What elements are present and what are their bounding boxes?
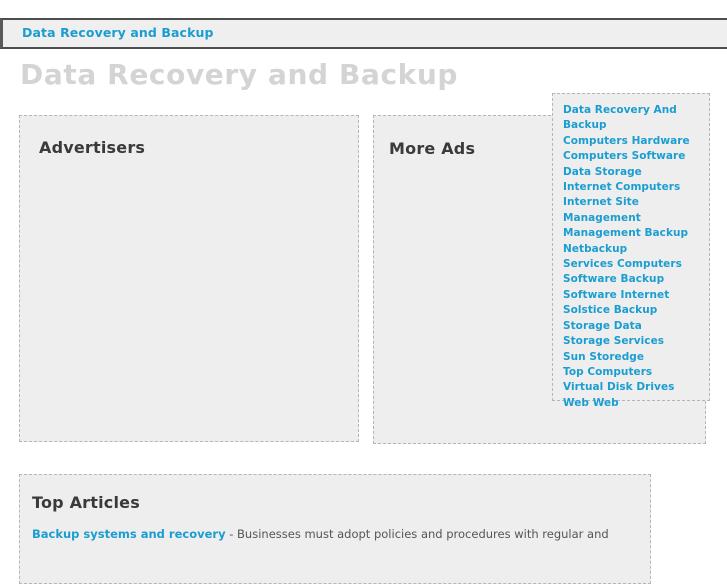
sidebar-link-web-web[interactable]: Web Web	[563, 396, 703, 411]
article-list: Backup systems and recovery - Businesses…	[32, 526, 637, 542]
sidebar-link-data-recovery-and-backup[interactable]: Data Recovery And Backup	[563, 103, 703, 134]
sidebar-link-sun-storedge[interactable]: Sun Storedge	[563, 350, 703, 365]
list-item: Management Backup	[563, 226, 703, 241]
sidebar-link-management-backup[interactable]: Management Backup	[563, 226, 703, 241]
article-separator: -	[225, 527, 238, 541]
sidebar-link-services-computers[interactable]: Services Computers	[563, 257, 703, 272]
top-articles-panel: Top Articles Backup systems and recovery…	[19, 474, 651, 584]
list-item: Top Computers	[563, 365, 703, 380]
breadcrumb-link-data-recovery-and-backup[interactable]: Data Recovery and Backup	[22, 27, 214, 40]
list-item: Storage Data	[563, 319, 703, 334]
more-ads-heading: More Ads	[389, 139, 476, 158]
advertisers-heading: Advertisers	[39, 138, 146, 157]
list-item: Internet Computers	[563, 180, 703, 195]
sidebar-link-virtual-disk-drives[interactable]: Virtual Disk Drives	[563, 380, 703, 395]
article-description: Businesses must adopt policies and proce…	[237, 527, 609, 541]
list-item: Netbackup	[563, 242, 703, 257]
list-item: Virtual Disk Drives	[563, 380, 703, 395]
sidebar-link-solstice-backup[interactable]: Solstice Backup	[563, 303, 703, 318]
advertisers-ad-panel: Advertisers	[19, 115, 359, 442]
list-item: Internet Site Management	[563, 195, 703, 226]
sidebar-link-netbackup[interactable]: Netbackup	[563, 242, 703, 257]
list-item: Data Storage	[563, 165, 703, 180]
sidebar-link-storage-services[interactable]: Storage Services	[563, 334, 703, 349]
sidebar-link-computers-software[interactable]: Computers Software	[563, 149, 703, 164]
sidebar-link-computers-hardware[interactable]: Computers Hardware	[563, 134, 703, 149]
related-links-sidebar: Data Recovery And Backup Computers Hardw…	[552, 93, 710, 409]
article-link-backup-systems-and-recovery[interactable]: Backup systems and recovery	[32, 527, 226, 541]
list-item: Services Computers	[563, 257, 703, 272]
list-item: Computers Hardware	[563, 134, 703, 149]
sidebar-link-top-computers[interactable]: Top Computers	[563, 365, 703, 380]
sidebar-link-data-storage[interactable]: Data Storage	[563, 165, 703, 180]
list-item: Sun Storedge	[563, 350, 703, 365]
list-item: Data Recovery And Backup	[563, 103, 703, 134]
list-item: Solstice Backup	[563, 303, 703, 318]
list-item: Storage Services	[563, 334, 703, 349]
sidebar-link-storage-data[interactable]: Storage Data	[563, 319, 703, 334]
top-articles-heading: Top Articles	[32, 493, 140, 512]
list-item: Software Internet	[563, 288, 703, 303]
article-item: Backup systems and recovery - Businesses…	[32, 526, 637, 542]
sidebar-link-internet-computers[interactable]: Internet Computers	[563, 180, 703, 195]
list-item: Web Web	[563, 396, 703, 411]
related-links-list: Data Recovery And Backup Computers Hardw…	[553, 103, 709, 411]
sidebar-link-internet-site-management[interactable]: Internet Site Management	[563, 195, 703, 226]
page-title: Data Recovery and Backup	[20, 58, 459, 91]
list-item: Software Backup	[563, 272, 703, 287]
sidebar-link-software-internet[interactable]: Software Internet	[563, 288, 703, 303]
list-item: Computers Software	[563, 149, 703, 164]
sidebar-link-software-backup[interactable]: Software Backup	[563, 272, 703, 287]
top-navigation-bar: Data Recovery and Backup	[0, 18, 727, 49]
